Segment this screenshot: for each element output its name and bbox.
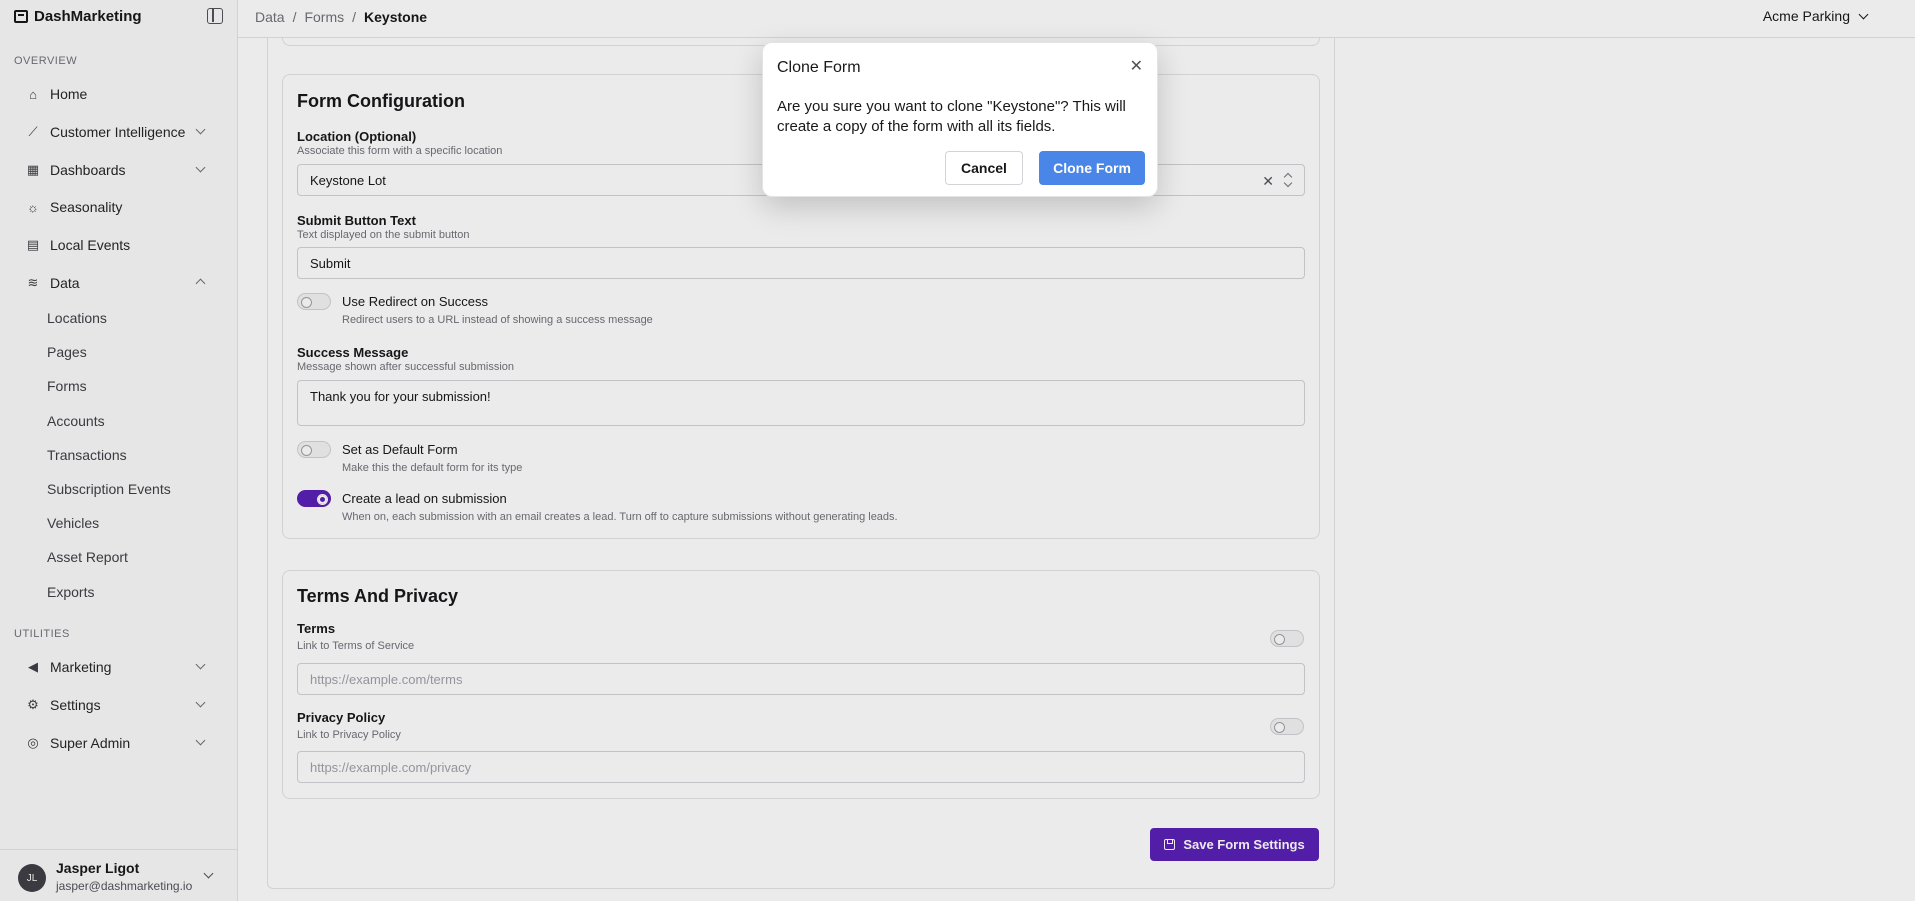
clone-form-dialog: Clone Form ✕ Are you sure you want to cl… <box>762 42 1158 197</box>
clone-form-button[interactable]: Clone Form <box>1039 151 1145 185</box>
close-icon[interactable]: ✕ <box>1130 59 1143 75</box>
dialog-title: Clone Form <box>777 59 861 76</box>
cancel-button[interactable]: Cancel <box>945 151 1023 185</box>
dialog-message: Are you sure you want to clone "Keystone… <box>777 98 1126 135</box>
